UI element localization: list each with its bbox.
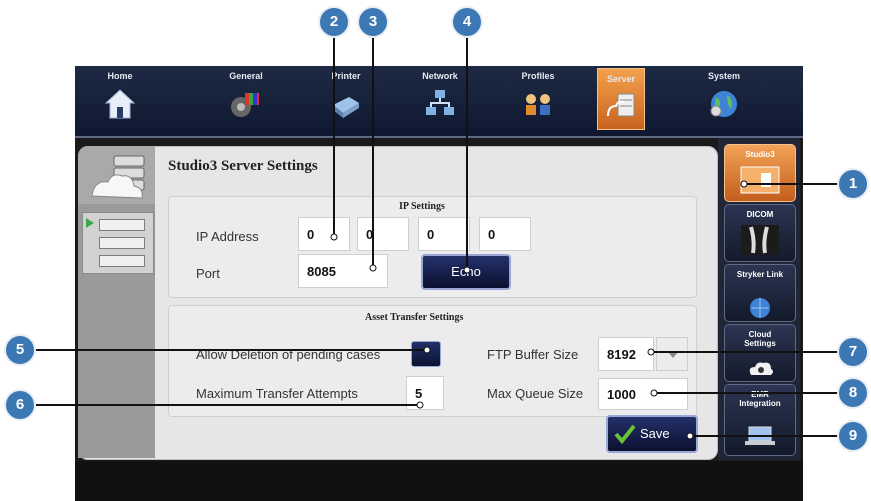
callout-5: 5 <box>4 334 36 366</box>
callout-dot <box>740 180 748 188</box>
callout-dot <box>423 346 431 354</box>
callout-6: 6 <box>4 389 36 421</box>
callout-dot <box>686 432 694 440</box>
callout-dot <box>647 348 655 356</box>
callout-dot <box>330 233 338 241</box>
callout-lines <box>36 36 838 440</box>
callout-dot <box>416 401 424 409</box>
callout-4: 4 <box>451 6 483 38</box>
callout-2: 2 <box>318 6 350 38</box>
callout-8: 8 <box>837 377 869 409</box>
callout-3: 3 <box>357 6 389 38</box>
callout-dot <box>369 264 377 272</box>
callout-1: 1 <box>837 168 869 200</box>
callout-dot <box>650 389 658 397</box>
callout-7: 7 <box>837 336 869 368</box>
callout-dot <box>463 266 471 274</box>
callout-9: 9 <box>837 420 869 452</box>
